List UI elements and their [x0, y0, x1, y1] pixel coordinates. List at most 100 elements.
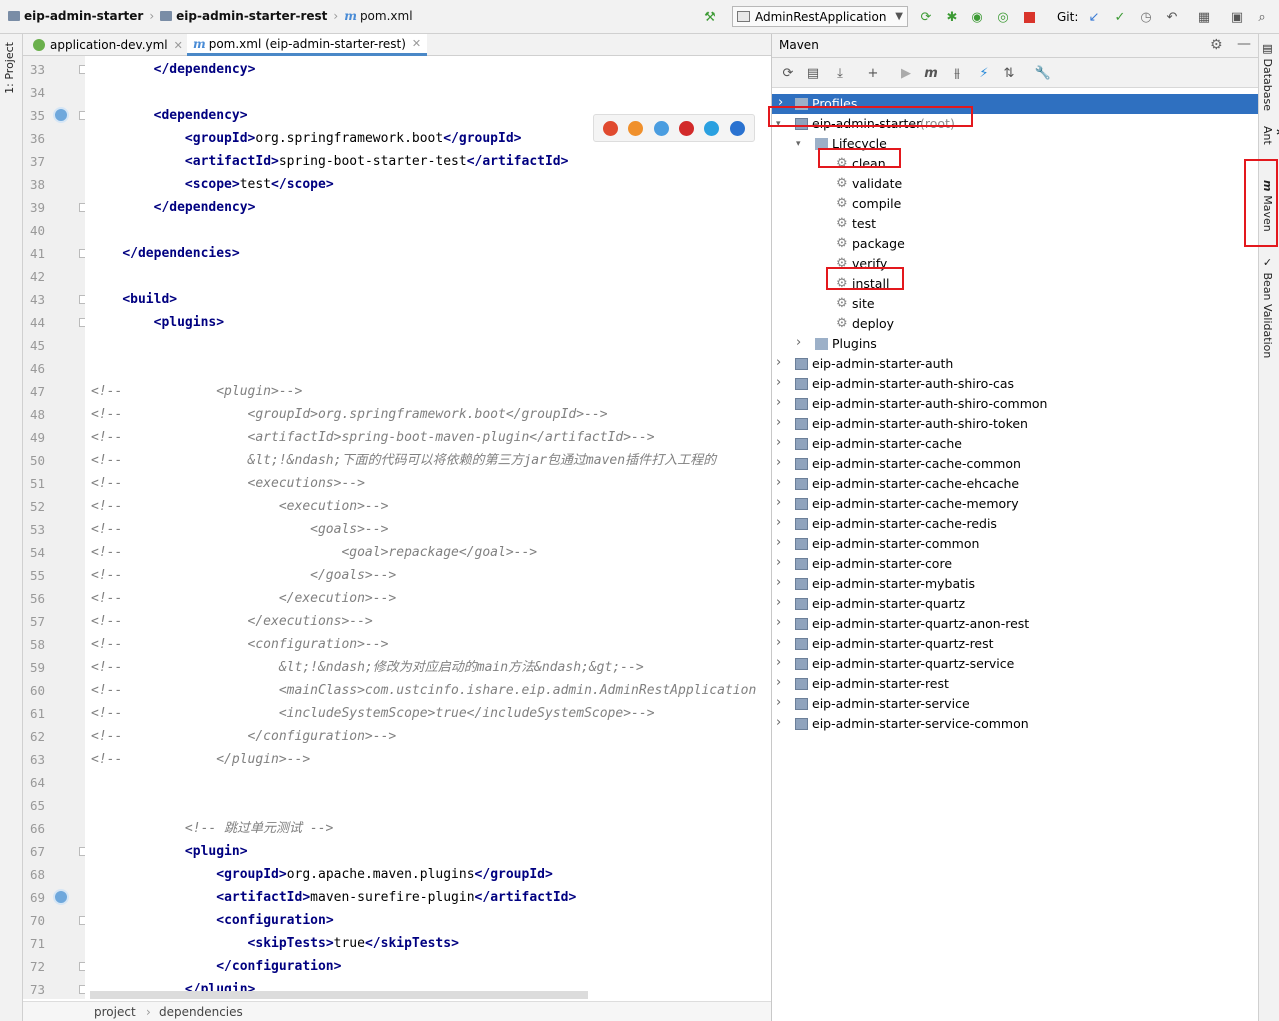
horizontal-scrollbar[interactable] [90, 991, 588, 999]
chevron-right-icon[interactable]: › [796, 333, 801, 353]
tree-node-module[interactable]: › eip-admin-starter-auth-shiro-cas [772, 374, 1259, 394]
edge-icon[interactable] [729, 120, 745, 136]
build-hammer-icon[interactable]: ⚒ [702, 9, 718, 25]
breadcrumb-item-module[interactable]: eip-admin-starter-rest [160, 9, 327, 23]
debug-icon[interactable]: ✱ [944, 9, 960, 25]
profile-icon[interactable]: ◎ [995, 9, 1011, 25]
tree-node-module[interactable]: › eip-admin-starter-cache [772, 434, 1259, 454]
chevron-right-icon[interactable]: › [776, 473, 781, 493]
tab-application-dev-yml[interactable]: application-dev.yml ✕ [27, 34, 189, 56]
tree-node-module[interactable]: › eip-admin-starter-cache-common [772, 454, 1259, 474]
chevron-right-icon[interactable]: › [776, 533, 781, 553]
tree-node-module[interactable]: › eip-admin-starter-auth-shiro-token [772, 414, 1259, 434]
tree-node-module[interactable]: › eip-admin-starter-auth [772, 354, 1259, 374]
chevron-right-icon[interactable]: › [776, 453, 781, 473]
close-icon[interactable]: ✕ [412, 37, 421, 50]
stop-icon[interactable] [1021, 9, 1037, 25]
wrench-icon[interactable]: 🔧 [1035, 65, 1051, 81]
chevron-right-icon: › [146, 1005, 151, 1019]
reload-icon[interactable]: ⟳ [780, 65, 796, 81]
tree-node-module[interactable]: › eip-admin-starter-quartz [772, 594, 1259, 614]
tree-node-module[interactable]: › eip-admin-starter-rest [772, 674, 1259, 694]
tree-node-module[interactable]: › eip-admin-starter-cache-memory [772, 494, 1259, 514]
chevron-right-icon[interactable]: › [776, 353, 781, 373]
collapse-all-icon[interactable]: ⇅ [1001, 65, 1017, 81]
navigate-to-dependency-icon[interactable] [53, 889, 69, 905]
lifecycle-goal-validate[interactable]: ⚙ validate [772, 174, 1259, 194]
tree-node-plugins[interactable]: › Plugins [772, 334, 1259, 354]
bean-validation-tool-tab[interactable]: ✓ Bean Validation [1261, 256, 1274, 358]
chevron-right-icon[interactable]: › [776, 653, 781, 673]
search-icon[interactable]: ⌕ [1254, 9, 1270, 25]
tree-node-module[interactable]: › eip-admin-starter-quartz-anon-rest [772, 614, 1259, 634]
add-folder-icon[interactable]: ▤ [805, 65, 821, 81]
chevron-right-icon[interactable]: › [776, 713, 781, 733]
run-icon[interactable]: ▶ [898, 65, 914, 81]
breadcrumb-item-project[interactable]: eip-admin-starter [8, 9, 143, 23]
chevron-right-icon[interactable]: › [776, 373, 781, 393]
database-tool-tab[interactable]: ▤ Database [1261, 42, 1274, 111]
tree-node-module[interactable]: › eip-admin-starter-auth-shiro-common [772, 394, 1259, 414]
tree-node-module[interactable]: › eip-admin-starter-quartz-service [772, 654, 1259, 674]
tree-node-module[interactable]: › eip-admin-starter-cache-redis [772, 514, 1259, 534]
breadcrumb-item-file[interactable]: m pom.xml [344, 9, 412, 23]
chevron-right-icon[interactable]: › [776, 633, 781, 653]
tree-node-module[interactable]: › eip-admin-starter-mybatis [772, 574, 1259, 594]
chevron-right-icon[interactable]: › [776, 393, 781, 413]
tree-node-module[interactable]: › eip-admin-starter-common [772, 534, 1259, 554]
line-number: 34 [29, 85, 45, 100]
chevron-down-icon[interactable]: ▾ [796, 134, 801, 154]
lifecycle-goal-site[interactable]: ⚙ site [772, 294, 1259, 314]
lifecycle-goal-test[interactable]: ⚙ test [772, 214, 1259, 234]
tree-node-module[interactable]: › eip-admin-starter-service [772, 694, 1259, 714]
navigate-to-dependency-icon[interactable] [53, 107, 69, 123]
project-tool-tab[interactable]: 1: Project [3, 42, 16, 94]
tree-node-label: eip-admin-starter-cache-memory [812, 496, 1019, 511]
status-breadcrumb-item[interactable]: project [94, 1005, 136, 1019]
tree-node-module[interactable]: › eip-admin-starter-core [772, 554, 1259, 574]
chevron-right-icon[interactable]: › [776, 413, 781, 433]
chevron-right-icon[interactable]: › [776, 513, 781, 533]
chrome-icon[interactable] [603, 120, 619, 136]
chevron-right-icon[interactable]: › [776, 693, 781, 713]
internet-explorer-icon[interactable] [704, 120, 720, 136]
lifecycle-goal-deploy[interactable]: ⚙ deploy [772, 314, 1259, 334]
code-area[interactable]: </dependency> <dependency> <groupId>org.… [85, 56, 771, 999]
rerun-icon[interactable]: ⟳ [918, 9, 934, 25]
project-structure-icon[interactable]: ▦ [1196, 9, 1212, 25]
ant-tool-tab[interactable]: ✲ Ant [1261, 126, 1279, 160]
chevron-right-icon[interactable]: › [776, 573, 781, 593]
rollback-icon[interactable]: ↶ [1164, 9, 1180, 25]
run-configuration-select[interactable]: AdminRestApplication ▼ [732, 6, 908, 27]
chevron-right-icon[interactable]: › [776, 433, 781, 453]
toggle-offline-icon[interactable]: ⫵ [949, 65, 965, 81]
opera-icon[interactable] [679, 120, 695, 136]
add-icon[interactable]: + [865, 65, 881, 81]
terminal-icon[interactable]: ▣ [1229, 9, 1245, 25]
tree-node-module[interactable]: › eip-admin-starter-cache-ehcache [772, 474, 1259, 494]
chevron-right-icon[interactable]: › [776, 673, 781, 693]
chevron-right-icon[interactable]: › [776, 553, 781, 573]
git-update-icon[interactable]: ↙ [1086, 9, 1102, 25]
chevron-right-icon[interactable]: › [776, 493, 781, 513]
download-icon[interactable]: ⤓ [832, 65, 848, 81]
chevron-right-icon[interactable]: › [776, 613, 781, 633]
firefox-icon[interactable] [628, 120, 644, 136]
tab-pom-xml[interactable]: m pom.xml (eip-admin-starter-rest) ✕ [187, 34, 428, 56]
git-commit-icon[interactable]: ✓ [1112, 9, 1128, 25]
lifecycle-goal-package[interactable]: ⚙ package [772, 234, 1259, 254]
safari-icon[interactable] [653, 120, 669, 136]
line-number: 53 [29, 522, 45, 537]
chevron-right-icon[interactable]: › [776, 593, 781, 613]
tree-node-module[interactable]: › eip-admin-starter-service-common [772, 714, 1259, 734]
history-icon[interactable]: ◷ [1138, 9, 1154, 25]
tree-node-module[interactable]: › eip-admin-starter-quartz-rest [772, 634, 1259, 654]
minimize-icon[interactable]: — [1237, 36, 1251, 52]
lifecycle-goal-compile[interactable]: ⚙ compile [772, 194, 1259, 214]
status-breadcrumb-item[interactable]: dependencies [159, 1005, 243, 1019]
gear-icon[interactable]: ⚙ [1210, 37, 1223, 53]
skip-tests-icon[interactable]: ⚡ [976, 65, 992, 81]
maven-goal-icon[interactable]: m [923, 65, 939, 81]
run-with-coverage-icon[interactable]: ◉ [969, 9, 985, 25]
close-icon[interactable]: ✕ [174, 39, 183, 52]
